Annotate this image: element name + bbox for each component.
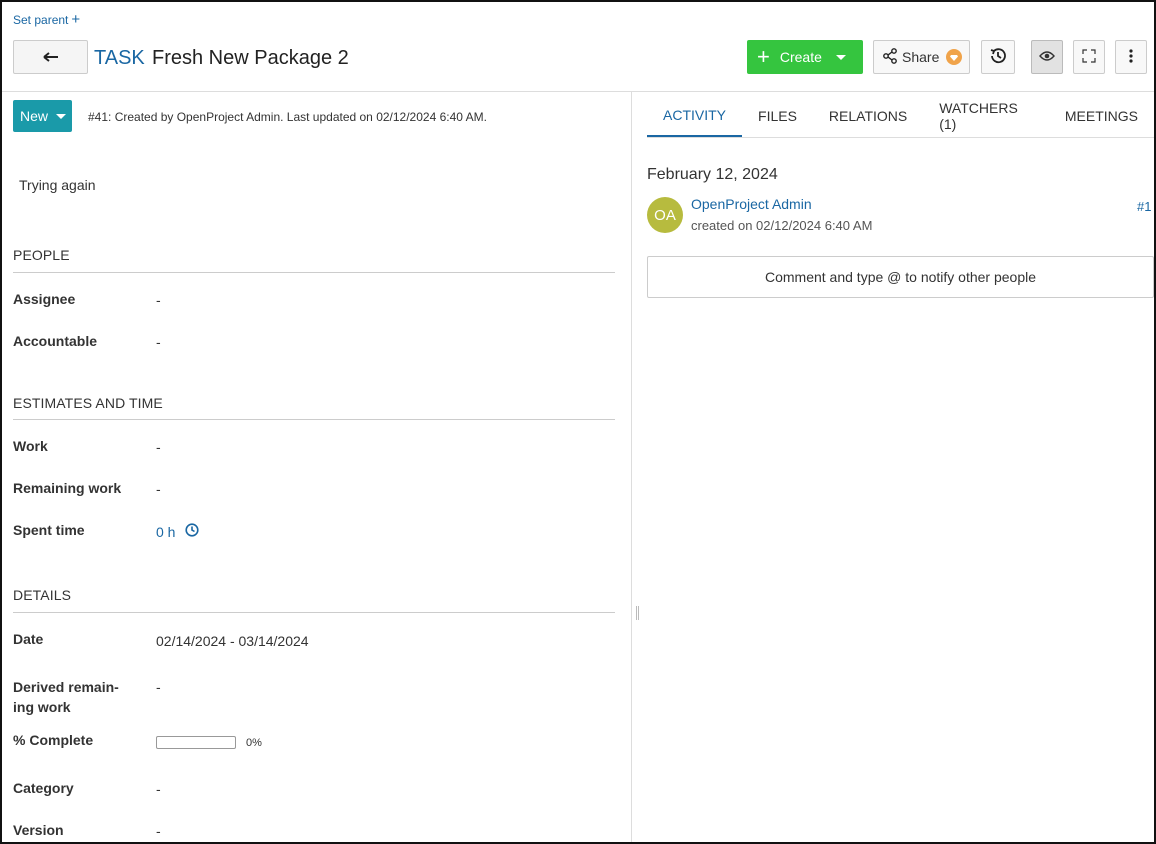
assignee-value[interactable]: - — [156, 292, 161, 308]
description[interactable]: Trying again — [19, 177, 96, 193]
tab-files[interactable]: FILES — [742, 94, 813, 137]
accountable-label: Accountable — [13, 333, 98, 349]
type-label: TASK — [94, 47, 145, 69]
percent-complete-bar[interactable] — [156, 736, 236, 749]
derived-remaining-work-value: - — [156, 679, 161, 695]
avatar-initials: OA — [654, 206, 676, 224]
status-button[interactable]: New — [13, 100, 72, 132]
history-button[interactable] — [981, 40, 1015, 74]
activity-created-text: created on 02/12/2024 6:40 AM — [691, 218, 873, 233]
tab-bar: ACTIVITY FILES RELATIONS WATCHERS (1) ME… — [647, 94, 1154, 138]
section-title-details: DETAILS — [13, 587, 72, 603]
version-label: Version — [13, 822, 64, 838]
tab-label: MEETINGS — [1064, 107, 1138, 124]
resize-handle[interactable] — [636, 606, 639, 620]
watch-button[interactable] — [1031, 40, 1063, 74]
back-button[interactable] — [13, 40, 88, 74]
plus-icon: + — [71, 11, 81, 28]
work-label: Work — [13, 438, 48, 454]
derived-label-line1: Derived remain- — [13, 679, 119, 695]
history-icon — [988, 46, 1008, 69]
create-button[interactable]: + Create — [747, 40, 863, 74]
accountable-value[interactable]: - — [156, 334, 161, 350]
spent-time-label: Spent time — [13, 522, 85, 538]
panel-divider — [631, 92, 632, 842]
tab-label: FILES — [758, 107, 797, 124]
date-value[interactable]: 02/14/2024 - 03/14/2024 — [156, 633, 309, 649]
category-label: Category — [13, 780, 74, 796]
avatar[interactable]: OA — [647, 197, 683, 233]
caret-down-icon — [56, 113, 67, 119]
version-value[interactable]: - — [156, 823, 161, 839]
category-value[interactable]: - — [156, 781, 161, 797]
remaining-work-value[interactable]: - — [156, 481, 161, 497]
activity-day-title: February 12, 2024 — [647, 166, 778, 183]
tab-meetings[interactable]: MEETINGS — [1049, 94, 1154, 137]
activity-number-link[interactable]: #1 — [1137, 199, 1151, 214]
fullscreen-icon — [1082, 48, 1096, 66]
comment-placeholder: Comment and type @ to notify other peopl… — [764, 269, 1037, 285]
spent-time-value[interactable]: 0 h — [156, 523, 200, 540]
assignee-label: Assignee — [13, 291, 76, 307]
section-divider — [13, 612, 615, 613]
more-vertical-icon — [1129, 48, 1133, 66]
tab-activity[interactable]: ACTIVITY — [647, 94, 743, 137]
comment-input[interactable]: Comment and type @ to notify other peopl… — [647, 256, 1154, 298]
eye-icon — [1039, 49, 1055, 65]
percent-complete-label: % Complete — [13, 732, 94, 748]
back-arrow-icon — [42, 49, 59, 65]
work-value[interactable]: - — [156, 439, 161, 455]
caret-down-icon — [835, 54, 846, 60]
share-button[interactable]: Share — [873, 40, 970, 74]
clock-icon[interactable] — [185, 523, 200, 540]
section-title-estimates: ESTIMATES AND TIME — [13, 395, 163, 411]
work-package-meta: #41: Created by OpenProject Admin. Last … — [88, 110, 487, 124]
share-icon — [882, 47, 898, 67]
date-label: Date — [13, 631, 44, 647]
set-parent-label: Set parent — [13, 13, 69, 27]
create-label: Create — [779, 49, 822, 65]
tabs-divider — [647, 137, 1154, 138]
spent-time-text: 0 h — [156, 523, 176, 540]
set-parent-link[interactable]: Set parent + — [13, 11, 81, 28]
tab-watchers[interactable]: WATCHERS (1) — [923, 94, 1049, 137]
tab-relations[interactable]: RELATIONS — [813, 94, 923, 137]
remaining-work-label: Remaining work — [13, 480, 122, 496]
section-divider — [13, 419, 615, 420]
fullscreen-button[interactable] — [1073, 40, 1105, 74]
section-title-people: PEOPLE — [13, 247, 70, 263]
derived-label-line2: ing work — [13, 699, 71, 715]
section-divider — [13, 272, 615, 273]
plus-icon: + — [757, 44, 770, 69]
status-label: New — [20, 108, 49, 124]
activity-author-link[interactable]: OpenProject Admin — [691, 196, 812, 212]
more-button[interactable] — [1115, 40, 1147, 74]
header-divider — [2, 91, 1154, 92]
tab-label: WATCHERS (1) — [939, 99, 1018, 132]
derived-remaining-work-label: Derived remain- ing work — [13, 677, 119, 717]
percent-complete-text: 0% — [246, 737, 262, 749]
tab-label: ACTIVITY — [663, 106, 727, 123]
tab-label: RELATIONS — [828, 107, 908, 124]
page-title[interactable]: Fresh New Package 2 — [152, 47, 349, 70]
enterprise-badge-icon — [946, 49, 963, 65]
share-label: Share — [902, 49, 940, 65]
work-package-view: Set parent + TASK Fresh New Package 2 + … — [0, 0, 1156, 844]
